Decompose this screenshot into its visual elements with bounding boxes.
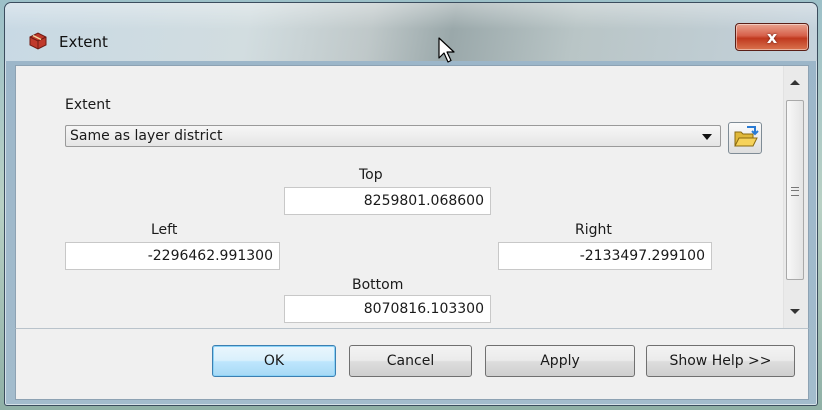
ok-button[interactable]: OK — [212, 345, 336, 377]
show-help-button[interactable]: Show Help >> — [646, 345, 795, 377]
title-bar[interactable]: Extent x — [5, 3, 817, 61]
scroll-up-arrow-icon[interactable] — [790, 80, 800, 85]
left-field[interactable]: -2296462.991300 — [65, 242, 280, 270]
bottom-label: Bottom — [352, 277, 404, 293]
scrollbar-thumb[interactable] — [786, 100, 804, 280]
left-label: Left — [151, 222, 178, 238]
dialog-content: Extent Same as layer district Top 825980… — [15, 65, 809, 329]
open-folder-icon — [734, 126, 759, 147]
mouse-cursor-icon — [438, 37, 455, 63]
desktop-background: Extent x Extent Same as layer district T… — [0, 0, 822, 410]
extent-dialog: Extent x Extent Same as layer district T… — [4, 2, 818, 406]
top-label: Top — [359, 167, 383, 183]
window-title: Extent — [59, 33, 108, 51]
vertical-scrollbar[interactable] — [783, 66, 808, 328]
close-button[interactable]: x — [735, 23, 809, 51]
cancel-button[interactable]: Cancel — [349, 345, 472, 377]
chevron-down-icon — [702, 134, 712, 140]
grip-icon — [791, 187, 799, 196]
toolbox-icon — [29, 32, 47, 50]
extent-label: Extent — [65, 97, 111, 113]
extent-select-value: Same as layer district — [70, 128, 223, 144]
close-icon: x — [766, 27, 778, 47]
button-bar: OK Cancel Apply Show Help >> — [15, 328, 809, 400]
right-label: Right — [575, 222, 612, 238]
right-field[interactable]: -2133497.299100 — [498, 242, 712, 270]
extent-select[interactable]: Same as layer district — [65, 125, 721, 147]
apply-button[interactable]: Apply — [485, 345, 635, 377]
bottom-field[interactable]: 8070816.103300 — [284, 295, 491, 323]
top-field[interactable]: 8259801.068600 — [284, 187, 491, 215]
scroll-down-arrow-icon[interactable] — [790, 309, 800, 314]
browse-extent-button[interactable] — [728, 122, 762, 154]
